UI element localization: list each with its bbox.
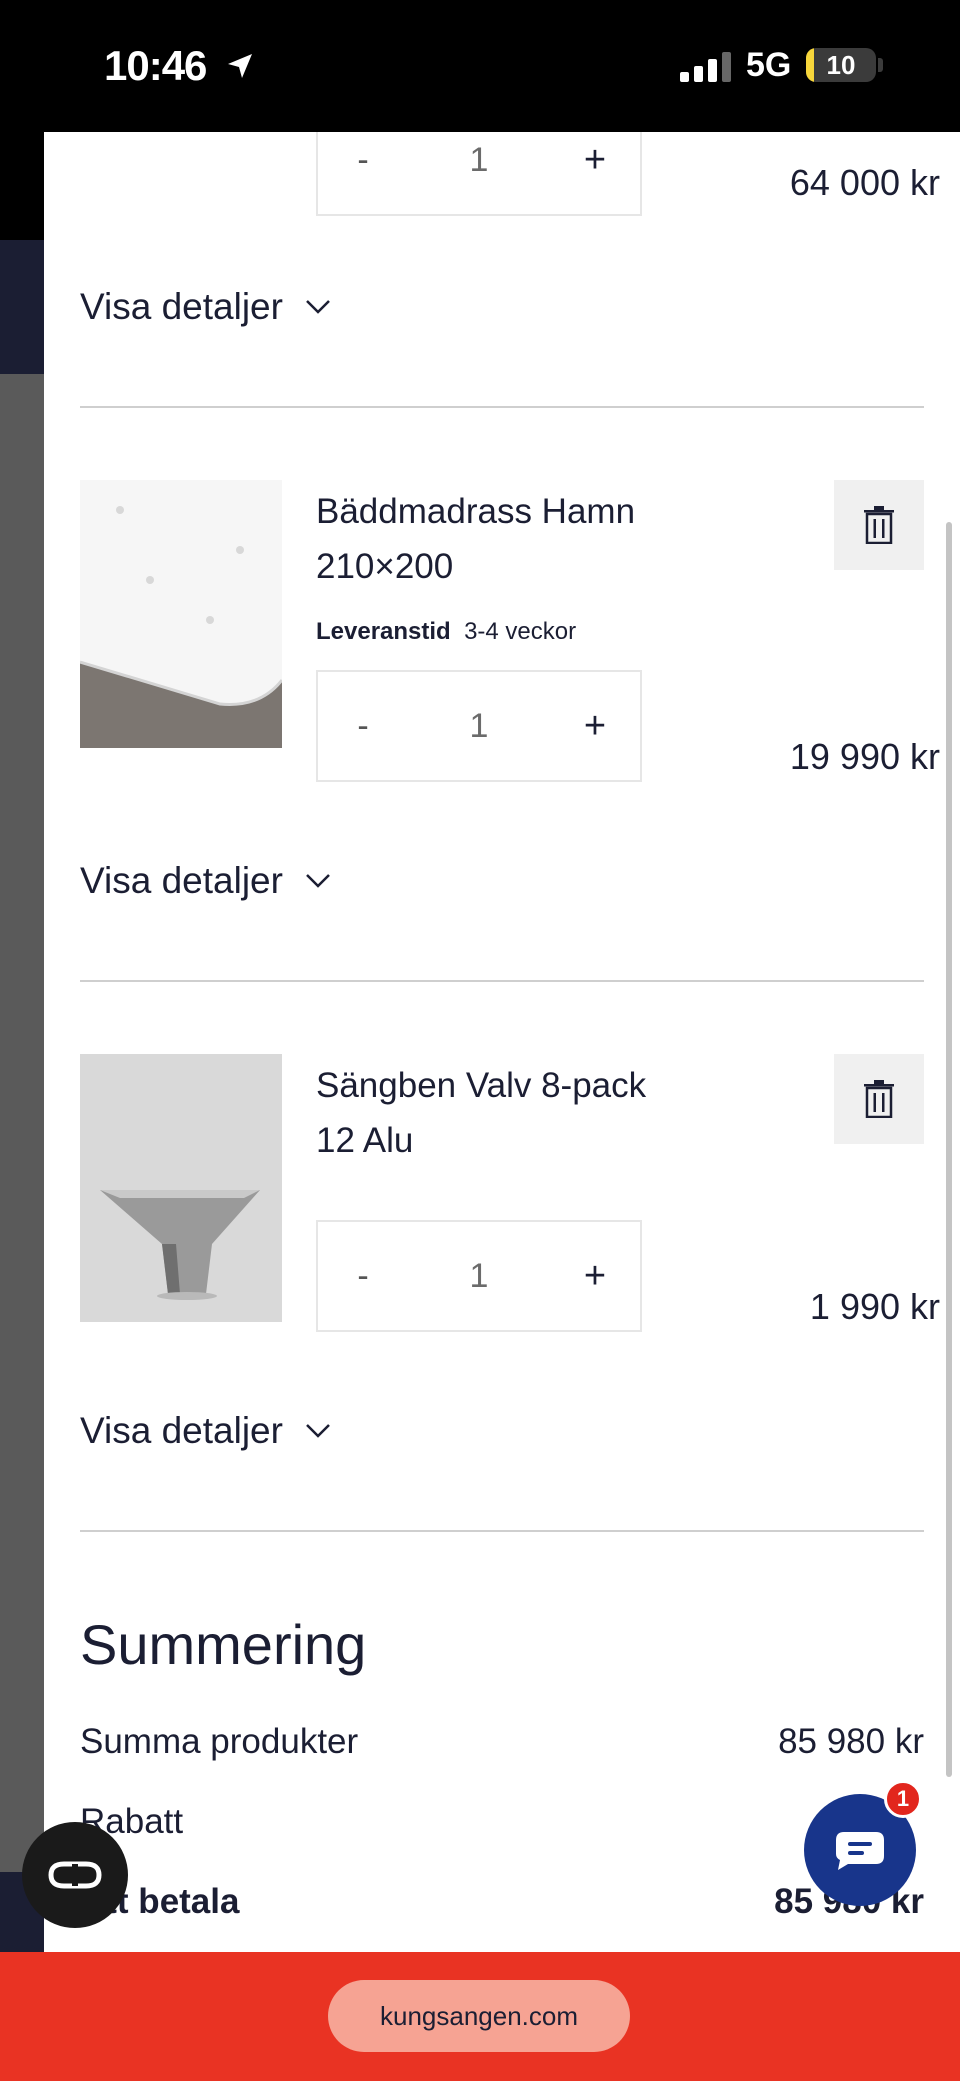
- decrease-quantity-button[interactable]: -: [318, 1222, 408, 1330]
- show-details-label: Visa detaljer: [80, 860, 283, 901]
- quantity-value: 1: [469, 140, 489, 179]
- quantity-stepper[interactable]: - 1 +: [316, 670, 642, 782]
- glasses-icon: [48, 1861, 102, 1889]
- decrease-quantity-button[interactable]: -: [318, 132, 408, 214]
- show-details-toggle[interactable]: Visa detaljer: [80, 860, 331, 902]
- show-details-toggle[interactable]: Visa detaljer: [80, 286, 331, 328]
- item-divider: [80, 406, 924, 408]
- bed-leg-image: [80, 1054, 282, 1322]
- product-image-mattress[interactable]: [80, 480, 282, 748]
- chat-notification-badge: 1: [884, 1780, 922, 1818]
- chevron-down-icon: [306, 300, 330, 314]
- summary-products-label: Summa produkter: [80, 1722, 359, 1761]
- background-nav: [0, 240, 44, 374]
- cellular-signal-icon: [680, 52, 731, 82]
- remove-item-button[interactable]: [834, 1054, 924, 1144]
- summary-products-value: 85 980 kr: [778, 1722, 924, 1761]
- location-arrow-icon: [228, 54, 252, 78]
- delivery-time-label: Leveranstid: [316, 618, 451, 645]
- browser-bottom-bar: kungsangen.com: [0, 1952, 960, 2081]
- battery-icon: 10: [806, 48, 876, 82]
- chevron-down-icon: [306, 1424, 330, 1438]
- trash-icon: [864, 1080, 894, 1118]
- decrease-quantity-button[interactable]: -: [318, 672, 408, 780]
- item-price: 19 990 kr: [789, 736, 940, 777]
- remove-item-button[interactable]: [834, 480, 924, 570]
- quantity-stepper[interactable]: - 1 +: [316, 132, 642, 216]
- show-details-label: Visa detaljer: [80, 1410, 283, 1451]
- summary-title: Summering: [80, 1613, 367, 1676]
- item-divider: [80, 1530, 924, 1532]
- show-details-label: Visa detaljer: [80, 286, 283, 327]
- mattress-image: [80, 480, 282, 748]
- item-divider: [80, 980, 924, 982]
- show-details-toggle[interactable]: Visa detaljer: [80, 1410, 331, 1452]
- status-time: 10:46: [104, 42, 207, 89]
- quantity-value: 1: [469, 1256, 489, 1295]
- url-bar[interactable]: kungsangen.com: [328, 1980, 630, 2052]
- trash-icon: [864, 506, 894, 544]
- reader-mode-button[interactable]: [22, 1822, 128, 1928]
- quantity-value: 1: [469, 706, 489, 745]
- chevron-down-icon: [306, 874, 330, 888]
- product-name[interactable]: Bäddmadrass Hamn 210×200: [316, 484, 676, 594]
- status-bar: 10:46 5G 10: [0, 0, 960, 132]
- cart-drawer: - 1 + 64 000 kr Visa detaljer Bäddmadras…: [44, 132, 960, 1952]
- background-header: [0, 132, 44, 240]
- scrollbar[interactable]: [946, 522, 952, 1777]
- product-image-bed-legs[interactable]: [80, 1054, 282, 1322]
- increase-quantity-button[interactable]: +: [550, 672, 640, 780]
- increase-quantity-button[interactable]: +: [550, 132, 640, 214]
- product-name[interactable]: Sängben Valv 8-pack 12 Alu: [316, 1058, 676, 1168]
- delivery-time: Leveranstid 3-4 veckor: [316, 618, 576, 646]
- network-type: 5G: [746, 46, 792, 84]
- battery-cap: [878, 58, 883, 72]
- battery-level: 10: [826, 50, 856, 80]
- increase-quantity-button[interactable]: +: [550, 1222, 640, 1330]
- quantity-stepper[interactable]: - 1 +: [316, 1220, 642, 1332]
- item-price: 64 000 kr: [789, 162, 940, 203]
- item-price: 1 990 kr: [809, 1286, 940, 1327]
- delivery-time-value: 3-4 veckor: [464, 618, 577, 645]
- chat-bubble-icon: [836, 1832, 884, 1870]
